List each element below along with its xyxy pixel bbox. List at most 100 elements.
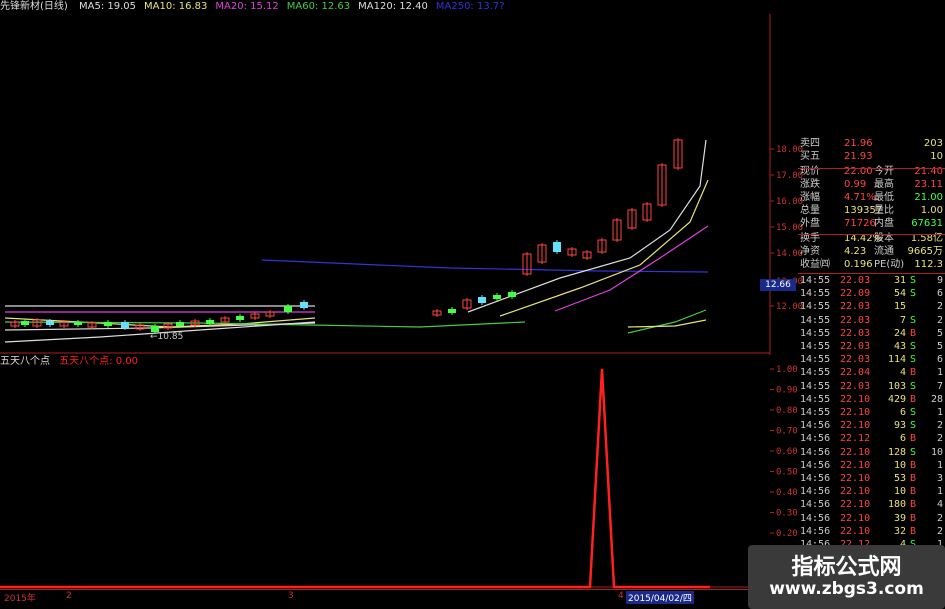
trade-volume: 7 xyxy=(899,314,906,326)
trade-row[interactable]: 14:55 22.03 114 S 6 xyxy=(798,353,945,366)
trade-row[interactable]: 14:55 22.04 4 B 1 xyxy=(798,366,945,379)
candle-body xyxy=(74,322,82,325)
trade-time: 14:56 xyxy=(800,512,831,524)
ma-line xyxy=(467,139,707,313)
trade-price: 22.10 xyxy=(840,459,871,471)
candle-body xyxy=(104,322,112,326)
trade-count: 2 xyxy=(936,314,943,326)
quote-field-row: 总量 139357 量比 1.00 xyxy=(798,204,945,217)
field-label: 量比 xyxy=(874,205,894,216)
trade-price: 22.10 xyxy=(840,420,871,432)
trade-price: 22.10 xyxy=(840,499,871,511)
trade-row[interactable]: 14:55 22.03 103 S 7 xyxy=(798,380,945,393)
trade-time: 14:56 xyxy=(800,459,831,471)
field-value: 22.00 xyxy=(844,166,873,177)
order-book-row: 买五 21.93 10 xyxy=(798,150,945,163)
trade-row[interactable]: 14:56 22.10 39 B 2 xyxy=(798,512,945,525)
sub-tick-label: 0.20 xyxy=(776,529,798,539)
field-value: 71726 xyxy=(844,218,876,229)
field-value: 1.00 xyxy=(920,205,943,216)
field-value: 67631 xyxy=(911,218,943,229)
order-price: 21.93 xyxy=(844,151,873,162)
time-mark-2: 3 xyxy=(288,591,294,601)
field-label: 涨幅 xyxy=(800,192,820,203)
trade-side: B xyxy=(910,393,917,405)
trade-row[interactable]: 14:55 22.03 15 2 xyxy=(798,300,945,313)
trade-time: 14:56 xyxy=(800,433,831,445)
trade-price: 22.10 xyxy=(840,407,871,418)
trade-row[interactable]: 14:56 22.10 53 B 3 xyxy=(798,472,945,485)
trade-volume: 429 xyxy=(887,393,906,405)
candle-body xyxy=(300,302,308,308)
trade-volume: 54 xyxy=(893,288,906,300)
trade-row[interactable]: 14:55 22.03 43 S 5 xyxy=(798,340,945,353)
trade-price: 22.10 xyxy=(840,393,871,405)
trade-price: 22.04 xyxy=(840,367,871,379)
trade-count: 2 xyxy=(936,433,943,445)
trade-volume: 10 xyxy=(893,459,906,471)
order-volume: 10 xyxy=(930,151,943,162)
trade-price: 22.10 xyxy=(840,525,871,537)
candlesticks xyxy=(10,138,683,334)
candle-body xyxy=(508,292,516,297)
trade-row[interactable]: 14:56 22.10 93 S 2 xyxy=(798,419,945,432)
watermark-title: 指标公式网 xyxy=(791,555,902,580)
trade-side: B xyxy=(910,473,917,484)
trade-row[interactable]: 14:55 22.03 7 S 2 xyxy=(798,314,945,327)
quote-field-row: 现价 22.00 今开 21.40 xyxy=(798,165,945,178)
trade-time: 14:55 xyxy=(800,367,831,379)
trade-volume: 24 xyxy=(893,327,906,339)
candle-body xyxy=(448,309,456,313)
sub-tick-label: 0.90 xyxy=(776,386,798,396)
trade-price: 22.03 xyxy=(840,314,871,326)
trade-time: 14:55 xyxy=(800,407,831,418)
trade-row[interactable]: 14:56 22.10 10 B 1 xyxy=(798,485,945,498)
trade-count: 5 xyxy=(936,327,943,339)
stat-label: 净资 xyxy=(800,246,820,257)
trade-volume: 53 xyxy=(893,473,906,484)
trade-time: 14:55 xyxy=(800,301,831,313)
moving-average-lines xyxy=(4,139,709,343)
field-label: 内盘 xyxy=(874,218,894,229)
current-price-tag: 12.66 xyxy=(760,279,796,291)
trade-count: 4 xyxy=(936,499,943,511)
trade-side: B xyxy=(910,433,917,445)
trade-side: B xyxy=(910,499,917,511)
stat-value: 0.196 xyxy=(844,259,873,270)
ma-line xyxy=(627,309,707,334)
order-price: 21.96 xyxy=(844,138,873,149)
trade-price: 22.03 xyxy=(840,380,871,392)
sub-tick-label: 1.00 xyxy=(776,365,798,375)
trade-row[interactable]: 14:56 22.10 10 B 1 xyxy=(798,459,945,472)
trade-count: 2 xyxy=(936,512,943,524)
trade-row[interactable]: 14:56 22.10 32 B 2 xyxy=(798,525,945,538)
order-label: 买五 xyxy=(800,151,820,162)
trade-count: 1 xyxy=(936,459,943,471)
trade-row[interactable]: 14:55 22.03 24 B 5 xyxy=(798,327,945,340)
trade-side: B xyxy=(910,486,917,498)
trade-row[interactable]: 14:55 22.09 54 S 6 xyxy=(798,287,945,300)
trade-time: 14:55 xyxy=(800,393,831,405)
field-value: 4.71% xyxy=(844,192,876,203)
trade-price: 22.10 xyxy=(840,446,871,458)
quote-field-row: 外盘 71726 内盘 67631 xyxy=(798,217,945,230)
trade-row[interactable]: 14:55 22.10 429 B 28 xyxy=(798,393,945,406)
trade-price: 22.09 xyxy=(840,288,871,300)
trade-price: 22.10 xyxy=(840,473,871,484)
trade-side: S xyxy=(910,275,917,286)
stat-row: 收益㈣ 0.196 PE(动) 112.3 xyxy=(798,258,945,271)
main-chart-frame xyxy=(0,14,771,355)
trade-row[interactable]: 14:55 22.10 6 S 1 xyxy=(798,406,945,419)
watermark-url: www.zbgs3.com xyxy=(769,579,924,599)
field-label: 最低 xyxy=(874,192,894,203)
trade-time: 14:55 xyxy=(800,341,831,352)
trade-count: 5 xyxy=(936,341,943,352)
trade-row[interactable]: 14:56 22.10 128 S 10 xyxy=(798,446,945,459)
trade-row[interactable]: 14:56 22.12 6 B 2 xyxy=(798,432,945,445)
trade-row[interactable]: 14:55 22.03 31 S 9 xyxy=(798,274,945,287)
trade-row[interactable]: 14:56 22.10 180 B 4 xyxy=(798,498,945,511)
sub-tick-label: 0.70 xyxy=(776,427,798,437)
trade-side: B xyxy=(910,327,917,339)
trade-volume: 15 xyxy=(893,301,906,313)
order-volume: 203 xyxy=(923,138,943,149)
